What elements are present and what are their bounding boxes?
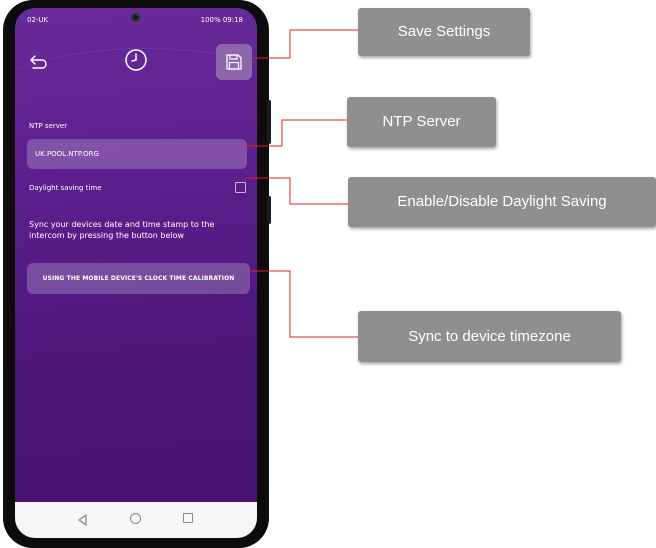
callout-daylight-saving: Enable/Disable Daylight Saving: [348, 177, 656, 227]
callout-sync-timezone: Sync to device timezone: [358, 311, 621, 362]
dst-connector-line: [245, 177, 348, 205]
sync-connector-line: [249, 270, 358, 338]
callout-ntp-server: NTP Server: [347, 97, 496, 147]
callout-save-settings: Save Settings: [358, 8, 530, 56]
ntp-connector-line: [246, 119, 347, 147]
callout-connectors: [245, 29, 358, 338]
save-connector-line: [253, 29, 358, 59]
